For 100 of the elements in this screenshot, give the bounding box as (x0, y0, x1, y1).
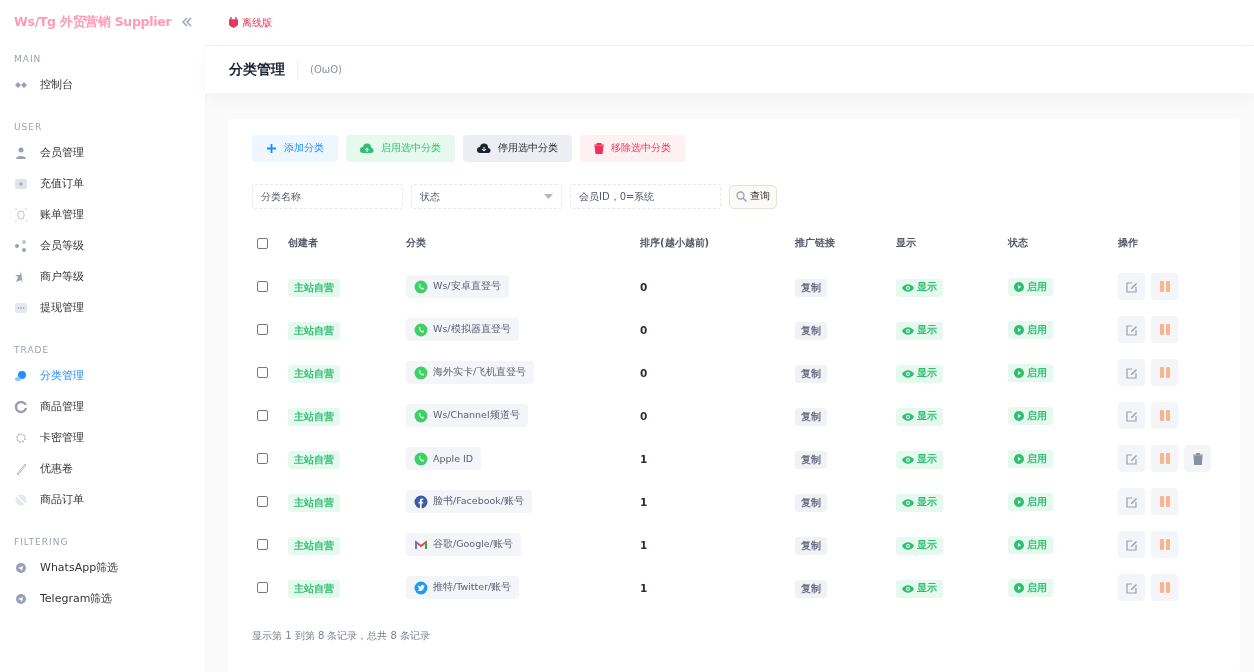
sidebar-item[interactable]: 会员等级 (14, 230, 205, 261)
sidebar-item[interactable]: 会员管理 (14, 137, 205, 168)
sidebar-item[interactable]: Telegram筛选 (14, 583, 205, 614)
copy-button[interactable]: 复制 (795, 451, 827, 470)
creator-tag: 主站自营 (288, 537, 340, 556)
sort-value: 1 (640, 581, 649, 594)
eye-icon (902, 584, 914, 593)
pause-button[interactable] (1151, 273, 1178, 300)
pause-button[interactable] (1151, 359, 1178, 386)
copy-button[interactable]: 复制 (795, 279, 827, 298)
copy-button[interactable]: 复制 (795, 322, 827, 341)
play-icon (1014, 583, 1024, 593)
pause-button[interactable] (1151, 316, 1178, 343)
row-checkbox[interactable] (257, 324, 268, 335)
edit-button[interactable] (1118, 359, 1145, 386)
copy-button[interactable]: 复制 (795, 408, 827, 427)
pause-button[interactable] (1151, 488, 1178, 515)
row-checkbox[interactable] (257, 410, 268, 421)
sidebar-item[interactable]: 卡密管理 (14, 422, 205, 453)
edit-button[interactable] (1118, 531, 1145, 558)
play-icon (1014, 540, 1024, 550)
edit-icon (1125, 495, 1138, 508)
card-icon (14, 176, 28, 191)
section-heading: USER (14, 122, 44, 132)
category-chip: 海外实卡/飞机直登号 (406, 361, 535, 384)
creator-tag: 主站自营 (288, 494, 340, 513)
copy-button[interactable]: 复制 (795, 365, 827, 384)
pause-button[interactable] (1151, 445, 1178, 472)
delete-button[interactable] (1184, 445, 1211, 472)
edit-button[interactable] (1118, 574, 1145, 601)
sort-value: 1 (640, 452, 649, 465)
row-checkbox[interactable] (257, 453, 268, 464)
eye-icon (902, 541, 914, 550)
sidebar-item[interactable]: WhatsApp筛选 (14, 552, 205, 583)
eye-icon (902, 498, 914, 507)
sidebar-item[interactable]: 账单管理 (14, 199, 205, 230)
member-id-field[interactable]: 会员ID，0=系统 (570, 184, 721, 209)
edit-icon (1125, 409, 1138, 422)
row-checkbox[interactable] (257, 539, 268, 550)
copy-button[interactable]: 复制 (795, 580, 827, 599)
copy-button[interactable]: 复制 (795, 494, 827, 513)
sidebar-item[interactable]: 商品订单 (14, 484, 205, 515)
play-icon (1014, 368, 1024, 378)
whatsapp-icon (414, 408, 428, 423)
row-checkbox[interactable] (257, 367, 268, 378)
cloud-icon (14, 368, 28, 383)
refresh-icon (14, 399, 28, 414)
edit-button[interactable] (1118, 488, 1145, 515)
gear-icon (14, 430, 28, 445)
sort-value: 1 (640, 495, 649, 508)
pen-icon (14, 461, 28, 476)
toolbar-button[interactable]: 停用选中分类 (463, 135, 572, 162)
copy-button[interactable]: 复制 (795, 537, 827, 556)
edit-button[interactable] (1118, 402, 1145, 429)
creator-tag: 主站自营 (288, 451, 340, 470)
display-tag: 显示 (896, 278, 943, 297)
cloud-download-icon (477, 143, 491, 154)
row-checkbox[interactable] (257, 582, 268, 593)
category-chip: Apple ID (406, 447, 482, 470)
play-icon (1014, 454, 1024, 464)
sidebar-item[interactable]: 充值订单 (14, 168, 205, 199)
display-tag: 显示 (896, 407, 943, 426)
creator-tag: 主站自营 (288, 580, 340, 599)
column-header: 状态 (1008, 236, 1029, 250)
eye-icon (902, 412, 914, 421)
edit-button[interactable] (1118, 273, 1145, 300)
sidebar-item[interactable]: 商品管理 (14, 391, 205, 422)
display-tag: 显示 (896, 450, 943, 469)
offline-badge[interactable]: 离线版 (229, 15, 272, 30)
column-header: 创建者 (288, 236, 319, 250)
edit-icon (1125, 323, 1138, 336)
sidebar-item[interactable]: 提现管理 (14, 292, 205, 323)
display-tag: 显示 (896, 364, 943, 383)
sidebar-item[interactable]: 商户等级 (14, 261, 205, 292)
status-tag: 启用 (1008, 278, 1053, 296)
pause-button[interactable] (1151, 402, 1178, 429)
status-dropdown[interactable]: 状态 (411, 184, 562, 209)
category-chip: Ws/模拟器直登号 (406, 318, 519, 341)
name-field[interactable]: 分类名称 (252, 184, 403, 209)
sidebar-item[interactable]: 优惠卷 (14, 453, 205, 484)
pause-icon (1159, 410, 1170, 421)
edit-button[interactable] (1118, 316, 1145, 343)
play-icon (1014, 497, 1024, 507)
toolbar-button[interactable]: 移除选中分类 (580, 135, 685, 162)
collapse-icon[interactable] (181, 16, 194, 28)
status-tag: 启用 (1008, 579, 1053, 597)
sidebar-item[interactable]: 控制台 (14, 69, 205, 100)
pause-icon (1159, 582, 1170, 593)
sort-value: 0 (640, 323, 649, 336)
query-button[interactable]: 查询 (729, 184, 777, 209)
select-all-checkbox[interactable] (257, 237, 268, 249)
pause-button[interactable] (1151, 574, 1178, 601)
pause-button[interactable] (1151, 531, 1178, 558)
dots-icon (14, 300, 28, 315)
row-checkbox[interactable] (257, 281, 268, 292)
pause-icon (1159, 453, 1170, 464)
row-checkbox[interactable] (257, 496, 268, 507)
status-tag: 启用 (1008, 536, 1053, 554)
pause-icon (1159, 496, 1170, 507)
edit-button[interactable] (1118, 445, 1145, 472)
